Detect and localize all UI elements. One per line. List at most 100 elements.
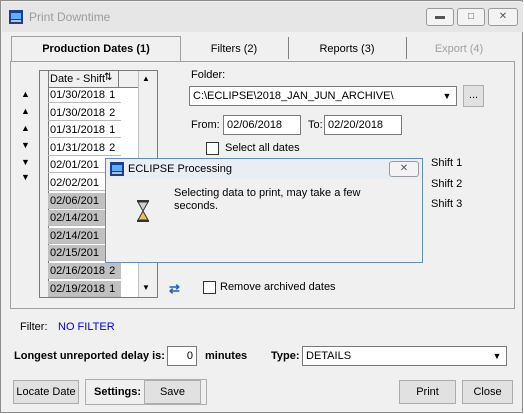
tab-label: Export (4) xyxy=(434,43,484,55)
app-icon xyxy=(9,10,23,24)
close-icon: ✕ xyxy=(498,11,508,22)
table-row[interactable]: 01/31/2018 1 xyxy=(48,122,121,139)
tab-label: Filters (2) xyxy=(210,43,258,55)
up-arrow-icon: ▲ xyxy=(21,123,30,133)
delay-minutes-field[interactable]: 0 xyxy=(167,346,197,366)
filter-label: Filter: xyxy=(20,321,48,333)
title-bar[interactable]: Print Downtime ▬ □ ✕ xyxy=(2,2,523,32)
row-date: 01/30/2018 xyxy=(50,106,106,119)
row-shift: 1 xyxy=(109,124,116,137)
chevron-down-icon: ▼ xyxy=(442,91,452,101)
select-all-label: Select all dates xyxy=(225,142,300,154)
row-date: 01/30/2018 xyxy=(50,89,106,101)
from-label: From: xyxy=(191,119,220,131)
minimize-icon: ▬ xyxy=(435,11,445,22)
dialog-title: ECLIPSE Processing xyxy=(128,163,232,175)
table-row[interactable]: 02/16/2018 2 xyxy=(48,263,121,279)
tab-divider xyxy=(288,37,289,59)
tab-export[interactable]: Export (4) xyxy=(409,37,509,63)
remove-archived-checkbox[interactable] xyxy=(203,281,216,294)
dialog-close-button[interactable]: ✕ xyxy=(389,161,419,177)
down-arrow-icon: ▼ xyxy=(21,140,30,150)
longest-delay-label: Longest unreported delay is: xyxy=(14,350,165,362)
last-record-button[interactable]: ▼ xyxy=(19,171,32,183)
processing-dialog: ECLIPSE Processing ✕ Selecting data to p… xyxy=(105,158,423,263)
first-record-button[interactable]: ▲ xyxy=(19,88,32,100)
folder-select[interactable]: C:\ECLIPSE\2018_JAN_JUN_ARCHIVE\ ▼ xyxy=(189,86,457,106)
save-button[interactable]: Save xyxy=(144,380,201,404)
remove-archived-label: Remove archived dates xyxy=(220,281,336,293)
next-record-button[interactable]: ▼ xyxy=(19,139,32,151)
page-up-button[interactable]: ▲ xyxy=(19,105,32,117)
tab-label: Reports (3) xyxy=(319,43,375,55)
close-window-button[interactable]: ✕ xyxy=(488,8,518,26)
close-icon: ✕ xyxy=(399,163,409,174)
page-down-button[interactable]: ▼ xyxy=(19,156,32,168)
type-label: Type: xyxy=(271,350,300,362)
folder-value: C:\ECLIPSE\2018_JAN_JUN_ARCHIVE\ xyxy=(193,90,394,102)
type-select[interactable]: DETAILS ▼ xyxy=(302,346,507,366)
browse-folder-button[interactable]: ... xyxy=(463,85,484,107)
page-up-arrow-icon: ▲ xyxy=(21,106,30,116)
tab-divider xyxy=(406,37,407,59)
maximize-button[interactable]: □ xyxy=(457,8,485,26)
shift-2-label: Shift 2 xyxy=(431,178,463,190)
minimize-button[interactable]: ▬ xyxy=(426,8,454,26)
table-row[interactable]: 01/31/2018 2 xyxy=(48,140,121,156)
table-row[interactable]: 01/30/2018 2 xyxy=(48,105,121,121)
row-date: 02/14/201 xyxy=(50,229,99,242)
row-shift: 1 xyxy=(109,282,116,295)
tab-production-dates[interactable]: Production Dates (1) xyxy=(11,36,181,63)
select-all-checkbox[interactable] xyxy=(206,142,219,155)
row-shift: 2 xyxy=(109,106,116,119)
to-label: To: xyxy=(308,119,323,131)
shift-1-label: Shift 1 xyxy=(431,157,463,169)
from-date-field[interactable]: 02/06/2018 xyxy=(223,115,301,135)
maximize-icon: □ xyxy=(467,11,475,22)
tab-label: Production Dates (1) xyxy=(42,43,150,55)
to-date-field[interactable]: 02/20/2018 xyxy=(324,115,402,135)
row-date: 01/31/2018 xyxy=(50,141,106,154)
row-date: 02/14/201 xyxy=(50,212,99,225)
row-date: 02/15/201 xyxy=(50,247,99,260)
row-date: 02/19/2018 xyxy=(50,282,106,295)
page-down-arrow-icon: ▼ xyxy=(21,157,30,167)
column-divider xyxy=(118,71,119,87)
filter-value: NO FILTER xyxy=(58,321,115,333)
row-shift: 2 xyxy=(109,265,116,277)
shift-3-label: Shift 3 xyxy=(431,198,463,210)
tab-reports[interactable]: Reports (3) xyxy=(291,37,403,63)
minutes-label: minutes xyxy=(205,350,248,362)
scroll-down-icon[interactable]: ▼ xyxy=(142,283,150,292)
first-arrow-icon: ▲ xyxy=(21,89,30,99)
chevron-down-icon: ▼ xyxy=(492,351,502,361)
refresh-icon: ⇄ xyxy=(169,281,180,296)
print-downtime-window: Print Downtime ▬ □ ✕ Production Dates (1… xyxy=(0,0,523,413)
row-date: 02/16/2018 xyxy=(50,265,106,277)
row-date: 01/31/2018 xyxy=(50,124,106,137)
table-row[interactable]: 02/19/2018 1 xyxy=(48,280,121,297)
dialog-app-icon xyxy=(110,162,124,176)
last-arrow-icon: ▼ xyxy=(21,172,30,182)
locate-date-button[interactable]: Locate Date xyxy=(13,380,79,404)
print-button[interactable]: Print xyxy=(399,380,456,404)
previous-record-button[interactable]: ▲ xyxy=(19,122,32,134)
refresh-button[interactable]: ⇄ xyxy=(165,279,187,299)
dialog-message: Selecting data to print, may take a few … xyxy=(174,187,361,212)
close-button[interactable]: Close xyxy=(462,380,513,404)
table-row[interactable]: 01/30/2018 1 xyxy=(48,87,121,103)
tab-filters[interactable]: Filters (2) xyxy=(184,37,284,63)
hourglass-icon xyxy=(137,200,149,222)
row-date: 02/01/201 xyxy=(50,159,99,172)
scroll-up-icon[interactable]: ▲ xyxy=(142,74,150,83)
window-title: Print Downtime xyxy=(29,10,111,24)
type-value: DETAILS xyxy=(306,350,352,362)
row-date: 02/02/201 xyxy=(50,177,99,189)
row-shift: 1 xyxy=(109,89,116,101)
settings-label: Settings: xyxy=(94,386,142,398)
row-shift: 2 xyxy=(109,141,116,154)
dialog-title-bar[interactable]: ECLIPSE Processing ✕ xyxy=(106,159,422,179)
folder-label: Folder: xyxy=(191,69,226,81)
sort-icon: ⇅ xyxy=(104,72,113,83)
row-date: 02/06/201 xyxy=(50,194,99,207)
